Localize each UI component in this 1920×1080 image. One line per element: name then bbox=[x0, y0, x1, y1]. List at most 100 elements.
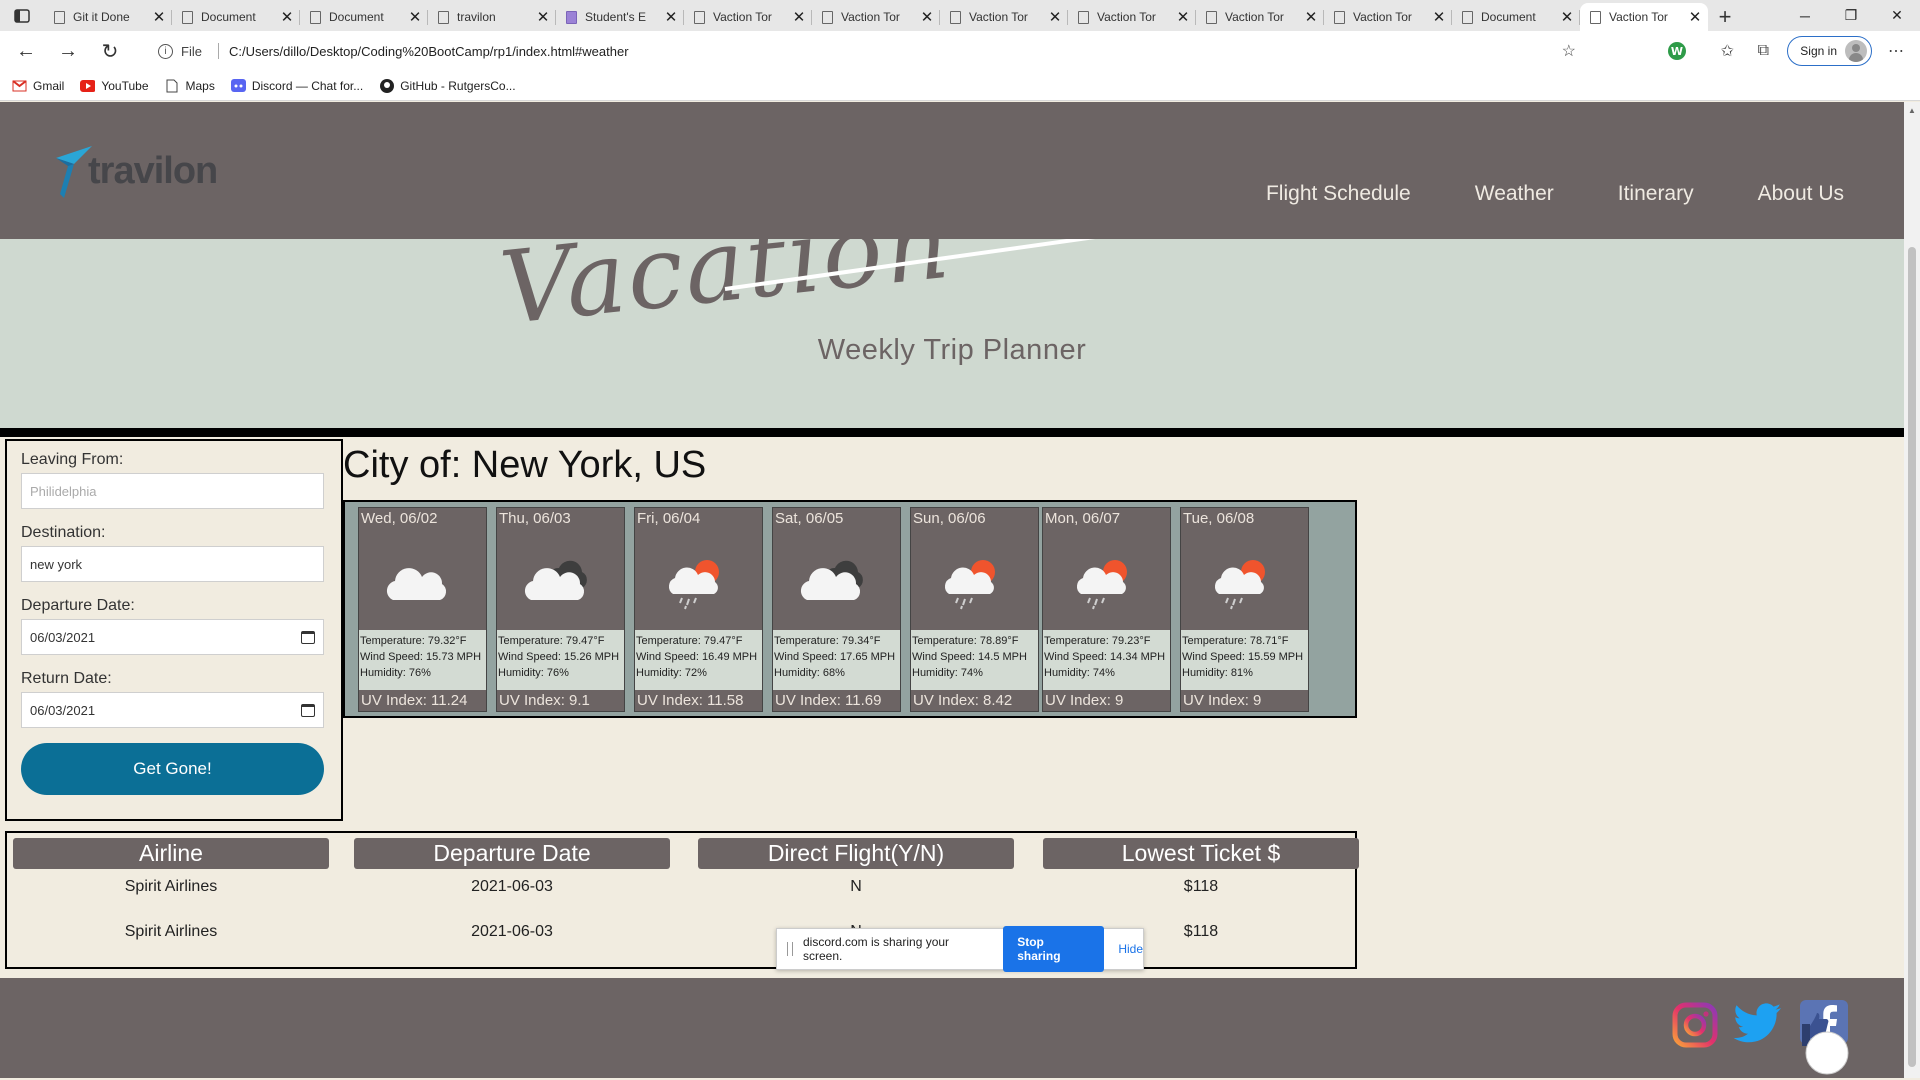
more-menu-icon[interactable]: ⋯ bbox=[1878, 33, 1914, 69]
bookmark-label: Gmail bbox=[33, 78, 65, 93]
url-field[interactable]: i File C:/Users/dillo/Desktop/Coding%20B… bbox=[148, 35, 1588, 67]
get-gone-button[interactable]: Get Gone! bbox=[21, 743, 324, 795]
favorite-star-icon[interactable]: ☆ bbox=[1562, 41, 1576, 61]
close-tab-icon[interactable]: ✕ bbox=[280, 8, 294, 26]
nav-weather[interactable]: Weather bbox=[1475, 182, 1554, 206]
close-tab-icon[interactable]: ✕ bbox=[1048, 8, 1062, 26]
tab-title: Document bbox=[201, 10, 256, 24]
close-tab-icon[interactable]: ✕ bbox=[920, 8, 934, 26]
leaving-placeholder: Philidelphia bbox=[30, 483, 97, 499]
page-scrollbar[interactable]: ▲ bbox=[1904, 102, 1920, 1078]
browser-tab[interactable]: Git it Done ✕ bbox=[44, 3, 172, 31]
travilon-logo[interactable]: travilon bbox=[52, 144, 218, 198]
twitter-icon[interactable] bbox=[1733, 1002, 1783, 1046]
hide-button[interactable]: Hide bbox=[1118, 942, 1143, 956]
bookmark-item[interactable]: GitHub - RutgersCo... bbox=[379, 78, 516, 93]
bookmark-item[interactable]: Maps bbox=[165, 78, 215, 93]
close-tab-icon[interactable]: ✕ bbox=[1432, 8, 1446, 26]
favorites-icon[interactable]: ✩ bbox=[1709, 33, 1745, 69]
weather-forecast: Wed, 06/02 Temperature: 79.32°F Wind Speed… bbox=[343, 500, 1357, 718]
table-cell: 2021-06-03 bbox=[471, 923, 553, 940]
return-date-input[interactable]: 06/03/2021 bbox=[21, 692, 324, 728]
forward-button[interactable]: → bbox=[48, 34, 88, 68]
document-icon bbox=[438, 10, 449, 24]
sun-rain-icon bbox=[655, 556, 735, 610]
sun-rain-icon bbox=[931, 556, 1011, 610]
browser-tab[interactable]: Vaction Tor ✕ bbox=[940, 3, 1068, 31]
destination-label: Destination: bbox=[21, 524, 106, 541]
flight-table: Airline Departure Date Direct Flight(Y/N) L… bbox=[5, 831, 1359, 969]
collections-icon[interactable]: ⧉ bbox=[1745, 33, 1781, 69]
browser-tab[interactable]: Document ✕ bbox=[172, 3, 300, 31]
browser-tab[interactable]: Document ✕ bbox=[1452, 3, 1580, 31]
calendar-icon[interactable] bbox=[301, 703, 315, 717]
url-scheme: File bbox=[181, 43, 202, 59]
scrollbar-thumb[interactable] bbox=[1908, 247, 1916, 1067]
back-button[interactable]: ← bbox=[6, 34, 46, 68]
table-cell: Spirit Airlines bbox=[124, 923, 218, 940]
close-tab-icon[interactable]: ✕ bbox=[408, 8, 422, 26]
browser-tab[interactable]: travilon ✕ bbox=[428, 3, 556, 31]
leaving-from-input[interactable]: Philidelphia bbox=[21, 473, 324, 509]
bookmark-item[interactable]: Gmail bbox=[12, 78, 64, 93]
browser-tab[interactable]: Vaction Tor ✕ bbox=[1580, 3, 1708, 31]
close-tab-icon[interactable]: ✕ bbox=[1560, 8, 1574, 26]
dark-cloud-icon bbox=[517, 556, 597, 610]
forecast-uv-index: UV Index: 9 bbox=[1043, 690, 1170, 711]
nav-about-us[interactable]: About Us bbox=[1758, 182, 1844, 206]
table-header: Departure Date bbox=[354, 838, 670, 869]
site-info-icon[interactable]: i bbox=[158, 43, 173, 59]
forecast-date: Sun, 06/06 bbox=[913, 510, 986, 527]
tab-actions-icon[interactable] bbox=[0, 0, 44, 31]
tab-title: Git it Done bbox=[73, 10, 130, 24]
reload-button[interactable]: ↻ bbox=[90, 34, 130, 68]
close-tab-icon[interactable]: ✕ bbox=[1688, 8, 1702, 26]
browser-tab[interactable]: Vaction Tor ✕ bbox=[684, 3, 812, 31]
stop-sharing-button[interactable]: Stop sharing bbox=[1003, 926, 1105, 972]
browser-tab[interactable]: Vaction Tor ✕ bbox=[1324, 3, 1452, 31]
document-icon bbox=[182, 10, 193, 24]
tab-title: Vaction Tor bbox=[1225, 10, 1284, 24]
dark-cloud-icon bbox=[793, 556, 873, 610]
url-text[interactable]: C:/Users/dillo/Desktop/Coding%20BootCamp… bbox=[229, 44, 629, 59]
browser-tab[interactable]: Vaction Tor ✕ bbox=[1068, 3, 1196, 31]
browser-tab[interactable]: Vaction Tor ✕ bbox=[812, 3, 940, 31]
close-window-icon[interactable]: ✕ bbox=[1874, 0, 1920, 31]
table-cell: 2021-06-03 bbox=[471, 878, 553, 895]
tab-title: Vaction Tor bbox=[713, 10, 772, 24]
nav-flight-schedule[interactable]: Flight Schedule bbox=[1266, 182, 1411, 206]
scroll-up-icon[interactable]: ▲ bbox=[1908, 106, 1916, 115]
browser-tab[interactable]: Student's E ✕ bbox=[556, 3, 684, 31]
bookmark-item[interactable]: YouTube bbox=[80, 78, 149, 93]
close-tab-icon[interactable]: ✕ bbox=[664, 8, 678, 26]
document-icon bbox=[1590, 10, 1601, 24]
browser-tab[interactable]: Document ✕ bbox=[300, 3, 428, 31]
nav-itinerary[interactable]: Itinerary bbox=[1618, 182, 1694, 206]
close-tab-icon[interactable]: ✕ bbox=[1176, 8, 1190, 26]
minimize-icon[interactable]: ─ bbox=[1782, 0, 1828, 31]
document-icon bbox=[310, 10, 321, 24]
sign-in-button[interactable]: Sign in bbox=[1787, 36, 1872, 66]
close-tab-icon[interactable]: ✕ bbox=[536, 8, 550, 26]
forecast-details: Temperature: 79.47°F Wind Speed: 16.49 MP… bbox=[635, 630, 762, 690]
forecast-details: Temperature: 78.71°F Wind Speed: 15.59 MP… bbox=[1181, 630, 1308, 690]
drag-handle-icon[interactable] bbox=[787, 942, 793, 956]
calendar-icon[interactable] bbox=[301, 630, 315, 644]
forecast-card: Sat, 06/05 Temperature: 79.34°F Wind Speed… bbox=[772, 507, 901, 712]
new-tab-button[interactable]: + bbox=[1708, 3, 1742, 31]
instagram-icon[interactable] bbox=[1672, 1002, 1718, 1048]
browser-tab[interactable]: Vaction Tor ✕ bbox=[1196, 3, 1324, 31]
destination-input[interactable]: new york bbox=[21, 546, 324, 582]
bookmarks-bar: Gmail YouTube Maps Discord — Chat for... Git… bbox=[0, 71, 1920, 101]
departure-date-input[interactable]: 06/03/2021 bbox=[21, 619, 324, 655]
restore-icon[interactable]: ❐ bbox=[1828, 0, 1874, 31]
forecast-card: Fri, 06/04 Temperature: 79.47°F Wind Speed… bbox=[634, 507, 763, 712]
close-tab-icon[interactable]: ✕ bbox=[1304, 8, 1318, 26]
close-tab-icon[interactable]: ✕ bbox=[152, 8, 166, 26]
extension-icon[interactable]: W bbox=[1659, 33, 1695, 69]
discord-icon bbox=[230, 78, 246, 93]
table-cell: N bbox=[850, 878, 862, 895]
close-tab-icon[interactable]: ✕ bbox=[792, 8, 806, 26]
document-icon bbox=[1462, 10, 1473, 24]
bookmark-item[interactable]: Discord — Chat for... bbox=[230, 78, 363, 93]
